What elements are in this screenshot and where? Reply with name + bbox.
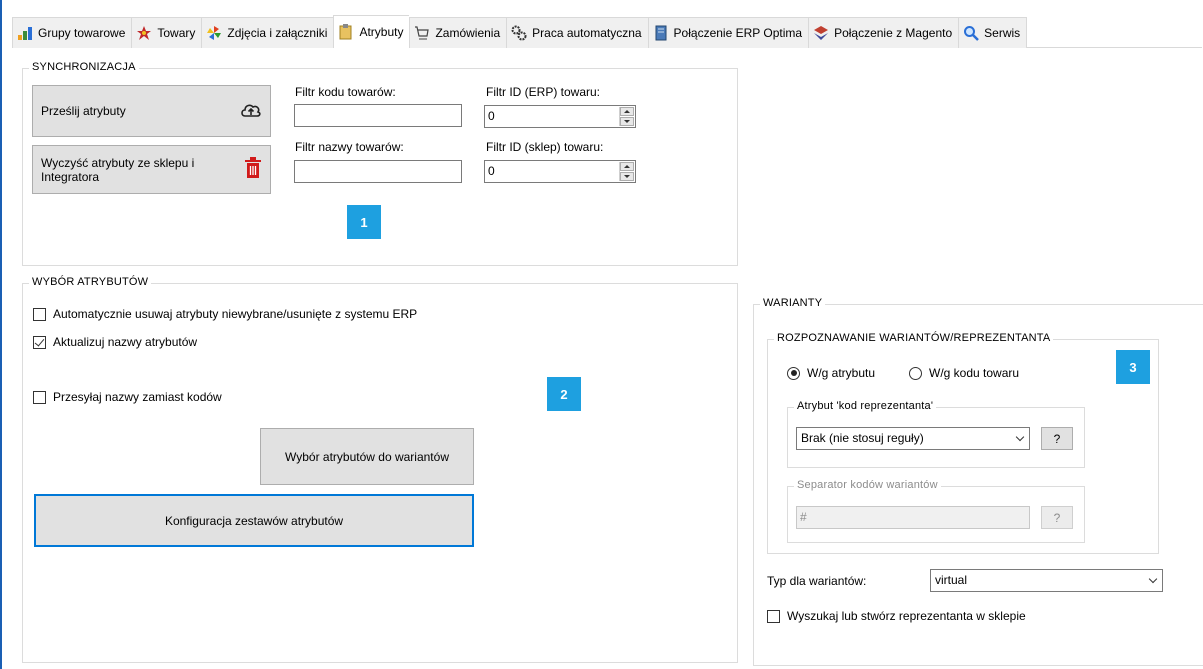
separator-help-button[interactable]: ? (1041, 506, 1073, 529)
update-names-box[interactable] (33, 335, 46, 349)
rep-attribute-value: Brak (nie stosuj reguły) (801, 431, 924, 445)
tab-label: Atrybuty (359, 25, 404, 39)
filter-name-label: Filtr nazwy towarów: (295, 140, 404, 154)
radio-by-code-dot[interactable] (909, 366, 922, 380)
tab-label: Grupy towarowe (38, 26, 126, 40)
send-names-label: Przesyłaj nazwy zamiast kodów (53, 390, 222, 404)
magnifier-icon (963, 25, 980, 41)
tab-polaczenie-erp[interactable]: Połączenie ERP Optima (647, 17, 809, 48)
tab-zamowienia[interactable]: Zamówienia (409, 17, 507, 48)
variants-group: WARIANTY ROZPOZNAWANIE WARIANTÓW/REPREZE… (753, 297, 1203, 666)
rep-attribute-title: Atrybut 'kod reprezentanta' (794, 400, 937, 412)
update-names-label: Aktualizuj nazwy atrybutów (53, 335, 198, 349)
filter-code-input[interactable] (294, 104, 462, 127)
radio-by-attribute[interactable]: W/g atrybutu (787, 366, 875, 380)
products-icon (136, 25, 152, 41)
chevron-down-icon (1015, 432, 1025, 442)
tab-label: Połączenie z Magento (834, 26, 953, 40)
erp-server-icon (653, 25, 669, 41)
find-create-rep-box[interactable] (767, 609, 780, 623)
auto-remove-checkbox[interactable]: Automatycznie usuwaj atrybuty niewybrane… (33, 307, 417, 321)
filter-shop-label: Filtr ID (sklep) towaru: (486, 140, 604, 154)
radio-by-code[interactable]: W/g kodu towaru (909, 366, 1019, 380)
sync-group: SYNCHRONIZACJA Prześlij atrybuty Wyczyść… (22, 61, 738, 266)
clear-label-line1: Wyczyść atrybuty ze sklepu i (41, 155, 195, 170)
cloud-upload-icon (240, 101, 262, 122)
filter-erp-label: Filtr ID (ERP) towaru: (486, 85, 601, 99)
attributes-group: WYBÓR ATRYBUTÓW Automatycznie usuwaj atr… (22, 276, 738, 663)
auto-remove-box[interactable] (33, 307, 46, 321)
tab-grupy-towarowe[interactable]: Grupy towarowe (12, 17, 132, 48)
spin-down-icon[interactable] (620, 172, 634, 181)
chevron-down-icon (1148, 574, 1158, 584)
tab-zdjecia[interactable]: Zdjęcia i załączniki (201, 17, 334, 48)
find-create-rep-label: Wyszukaj lub stwórz reprezentanta w skle… (787, 609, 1026, 623)
send-names-box[interactable] (33, 390, 46, 404)
rep-attribute-help-button[interactable]: ? (1041, 427, 1073, 450)
attribute-sets-button[interactable]: Konfiguracja zestawów atrybutów (34, 494, 474, 547)
tab-serwis[interactable]: Serwis (958, 17, 1028, 48)
filter-shop-spinner[interactable]: 0 (484, 160, 636, 183)
spin-up-icon[interactable] (620, 162, 634, 171)
tab-praca-automatyczna[interactable]: Praca automatyczna (506, 17, 648, 48)
attributes-icon (338, 24, 354, 40)
separator-input[interactable]: # (796, 506, 1030, 529)
filter-erp-spinner[interactable]: 0 (484, 105, 636, 128)
tab-label: Zdjęcia i załączniki (227, 26, 328, 40)
variant-type-value: virtual (935, 573, 968, 587)
spin-down-icon[interactable] (620, 117, 634, 126)
find-create-rep-checkbox[interactable]: Wyszukaj lub stwórz reprezentanta w skle… (767, 609, 1026, 623)
separator-title: Separator kodów wariantów (794, 479, 941, 491)
magento-icon (813, 25, 829, 41)
cart-icon (414, 25, 430, 41)
tab-label: Praca automatyczna (532, 26, 642, 40)
send-attributes-label: Prześlij atrybuty (41, 104, 126, 118)
separator-group: Separator kodów wariantów # ? (787, 479, 1085, 543)
product-groups-icon (17, 25, 33, 41)
attributes-group-title: WYBÓR ATRYBUTÓW (29, 276, 152, 288)
variant-type-label: Typ dla wariantów: (767, 574, 867, 588)
variant-type-select[interactable]: virtual (930, 569, 1163, 592)
step-badge-3: 3 (1116, 350, 1150, 384)
tab-label: Zamówienia (435, 26, 501, 40)
tab-strip: Grupy towarowe Towary Zdjęcia i załączni… (12, 15, 1028, 48)
filter-shop-value: 0 (488, 164, 495, 178)
send-attributes-button[interactable]: Prześlij atrybuty (32, 85, 271, 137)
rep-attribute-select[interactable]: Brak (nie stosuj reguły) (796, 427, 1030, 450)
tab-towary[interactable]: Towary (131, 17, 202, 48)
variants-attributes-button[interactable]: Wybór atrybutów do wariantów (260, 428, 474, 485)
variants-group-title: WARIANTY (760, 297, 826, 309)
filter-erp-value: 0 (488, 109, 495, 123)
radio-by-code-label: W/g kodu towaru (929, 366, 1020, 380)
radio-by-attribute-dot[interactable] (787, 366, 800, 380)
rep-attribute-group: Atrybut 'kod reprezentanta' Brak (nie st… (787, 400, 1085, 468)
trash-icon (244, 157, 262, 182)
left-accent-bar (0, 0, 2, 669)
tab-label: Serwis (984, 26, 1021, 40)
radio-by-attribute-label: W/g atrybutu (807, 366, 876, 380)
filter-code-label: Filtr kodu towarów: (295, 85, 396, 99)
sync-group-title: SYNCHRONIZACJA (29, 61, 139, 73)
clear-attributes-button[interactable]: Wyczyść atrybuty ze sklepu i Integratora (32, 145, 271, 194)
tab-label: Połączenie ERP Optima (673, 26, 803, 40)
tab-atrybuty[interactable]: Atrybuty (333, 15, 410, 48)
clear-label-line2: Integratora (41, 169, 100, 184)
step-badge-1: 1 (347, 205, 381, 239)
gears-icon (511, 25, 527, 41)
clear-attributes-label: Wyczyść atrybuty ze sklepu i Integratora (41, 156, 194, 184)
send-names-checkbox[interactable]: Przesyłaj nazwy zamiast kodów (33, 390, 222, 404)
step-badge-2: 2 (547, 377, 581, 411)
recognition-group-title: ROZPOZNAWANIE WARIANTÓW/REPREZENTANTA (774, 332, 1054, 344)
tab-label: Towary (157, 26, 196, 40)
filter-erp-stepper[interactable] (619, 107, 634, 126)
filter-name-input[interactable] (294, 160, 462, 183)
pinwheel-icon (206, 25, 222, 41)
auto-remove-label: Automatycznie usuwaj atrybuty niewybrane… (53, 307, 418, 321)
tab-polaczenie-magento[interactable]: Połączenie z Magento (808, 17, 959, 48)
recognition-group: ROZPOZNAWANIE WARIANTÓW/REPREZENTANTA W/… (767, 332, 1159, 554)
filter-shop-stepper[interactable] (619, 162, 634, 181)
update-names-checkbox[interactable]: Aktualizuj nazwy atrybutów (33, 335, 197, 349)
spin-up-icon[interactable] (620, 107, 634, 116)
